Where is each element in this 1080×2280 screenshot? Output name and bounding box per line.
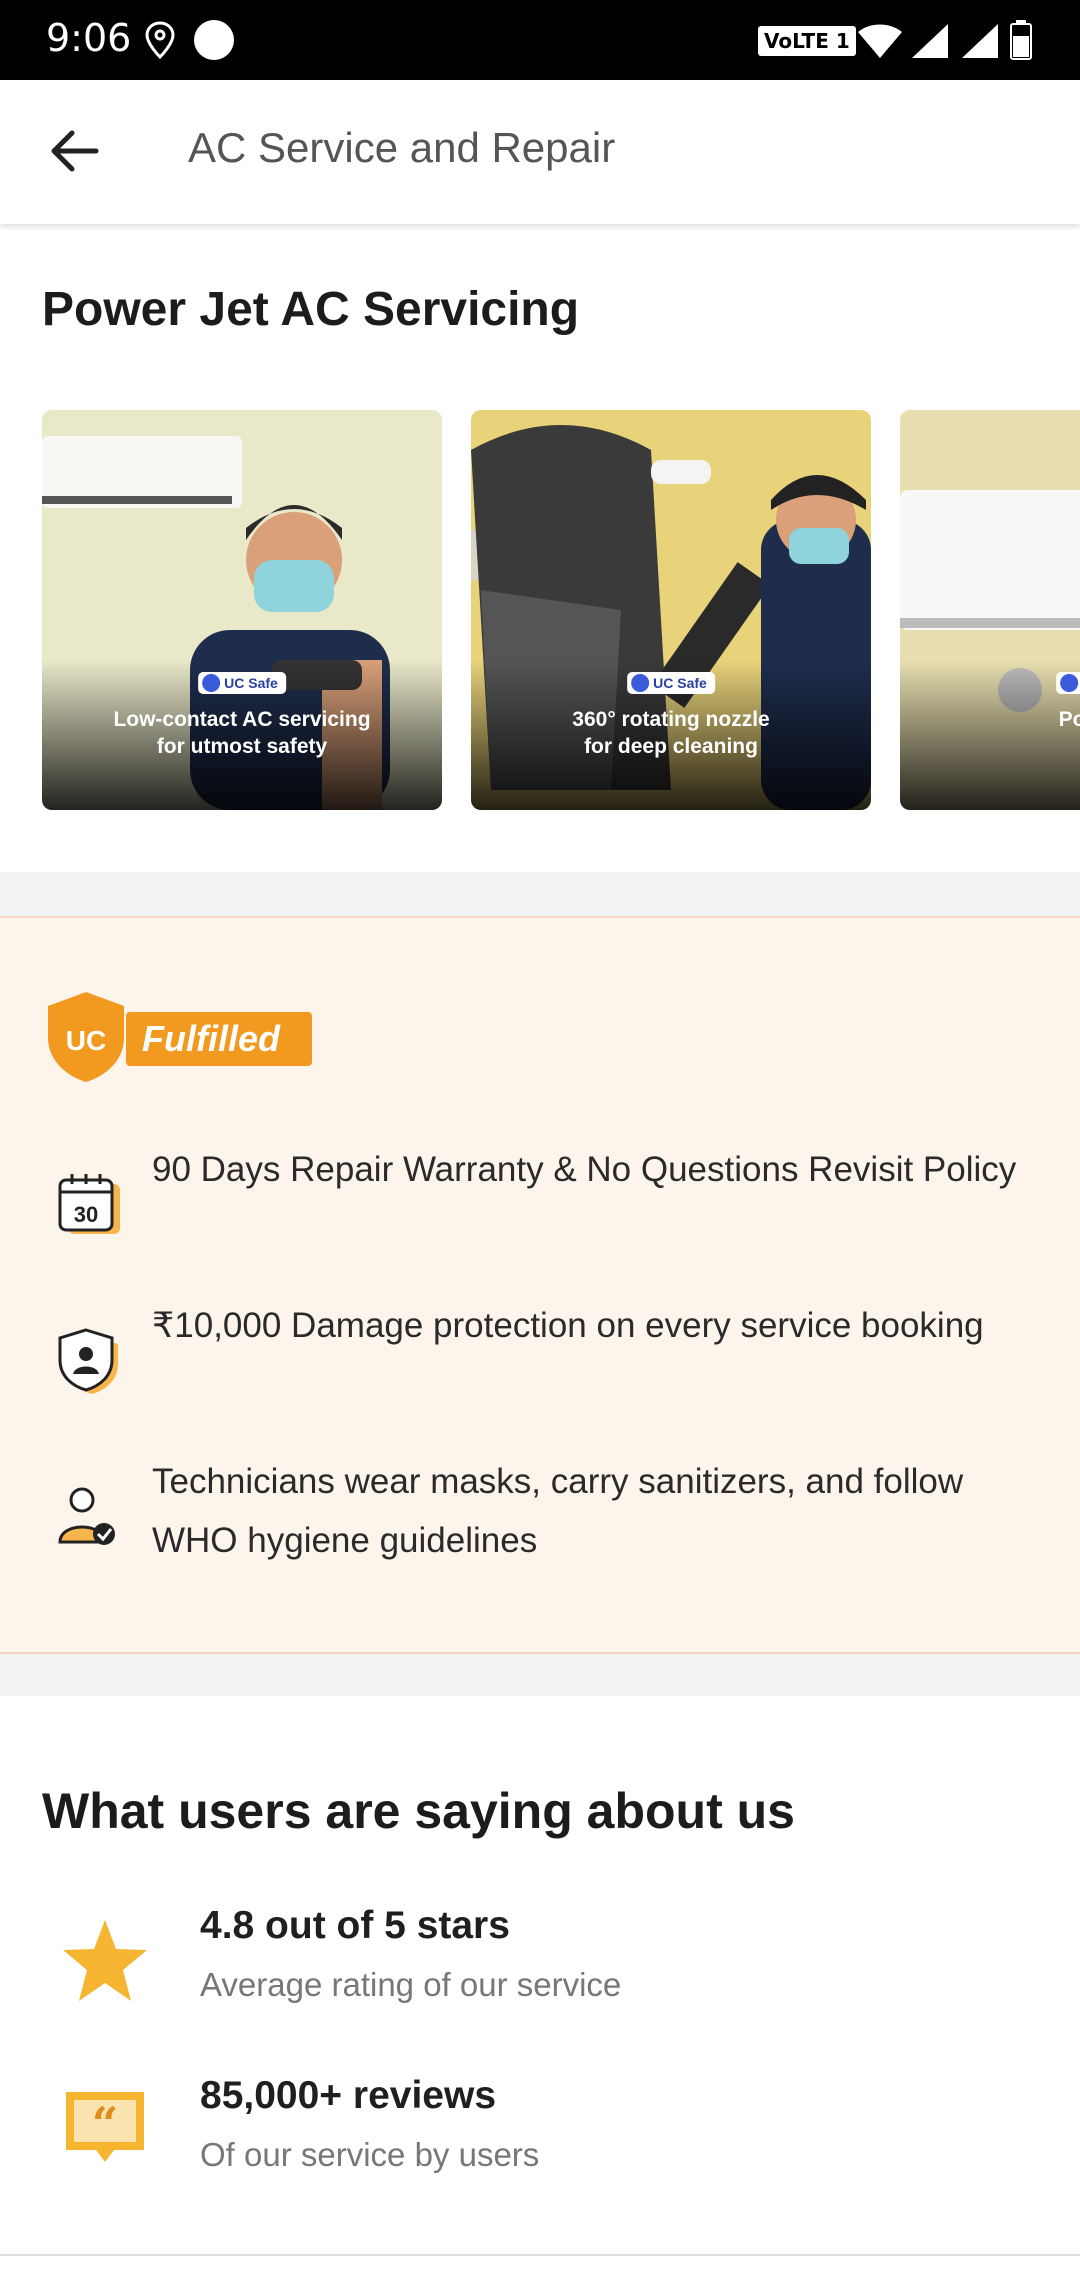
- page-title: AC Service and Repair: [188, 124, 616, 171]
- signal-icon: [962, 24, 998, 58]
- rating-subtext: Average rating of our service: [200, 1966, 622, 2003]
- reviews-heading: 85,000+ reviews: [200, 2074, 497, 2117]
- arrow-left-icon: [51, 130, 99, 172]
- status-time: 9:06: [46, 16, 132, 60]
- shield-person-icon: [58, 1328, 118, 1394]
- uc-logo-letters: UC: [66, 1025, 106, 1056]
- divider: [0, 1654, 1080, 1696]
- quote-bubble-icon: “: [66, 2092, 144, 2162]
- divider: [0, 2254, 1080, 2256]
- signal-icon: [912, 24, 948, 58]
- status-bar: 9:06 VoLTE 1: [0, 0, 1080, 80]
- uc-safe-check-icon: [631, 674, 650, 692]
- section-title-reviews: What users are saying about us: [42, 1783, 795, 1839]
- calendar-30-icon: 30: [58, 1174, 120, 1234]
- wifi-icon: [858, 24, 902, 58]
- uc-safe-check-icon: [202, 674, 221, 692]
- rating-heading: 4.8 out of 5 stars: [200, 1904, 510, 1947]
- reviews-subtext: Of our service by users: [200, 2136, 540, 2173]
- fulfilled-tag: Fulfilled: [126, 1012, 312, 1066]
- carousel-card[interactable]: UC Safe 360° rotating nozzle for deep cl…: [471, 410, 871, 810]
- battery-icon: [1010, 20, 1032, 60]
- card-caption: 360° rotating nozzle for deep cleaning: [572, 708, 770, 758]
- image-carousel[interactable]: UC Safe Low-contact AC servicing for utm…: [42, 410, 1080, 810]
- notification-dot-icon: [194, 20, 234, 60]
- location-icon: [145, 21, 175, 60]
- carousel-card[interactable]: UC Safe Post ser c: [900, 410, 1080, 810]
- section-title-power-jet: Power Jet AC Servicing: [42, 283, 580, 336]
- divider: [0, 872, 1080, 916]
- card-caption: Low-contact AC servicing for utmost safe…: [113, 708, 371, 758]
- star-icon: [63, 1920, 147, 2001]
- uc-shield-logo-icon: UC: [48, 992, 124, 1082]
- uc-safe-badge: UC Safe: [1056, 672, 1080, 694]
- uc-safe-badge: UC Safe: [627, 672, 715, 694]
- feature-text: ₹10,000 Damage protection on every servi…: [152, 1306, 984, 1345]
- volte-badge: VoLTE 1: [758, 26, 856, 56]
- carousel-card[interactable]: UC Safe Low-contact AC servicing for utm…: [42, 410, 442, 810]
- svg-text:“: “: [92, 2097, 118, 2151]
- card-caption: Post ser c: [1058, 708, 1080, 731]
- back-button[interactable]: [40, 116, 110, 186]
- app-bar: AC Service and Repair: [0, 80, 1080, 224]
- review-stat: “ 85,000+ reviews Of our service by user…: [0, 2074, 1080, 2204]
- uc-safe-check-icon: [1060, 674, 1079, 692]
- uc-safe-badge: UC Safe: [198, 672, 286, 694]
- uc-fulfilled-section: UC Fulfilled 30 90 Days Repair Warranty …: [0, 916, 1080, 1654]
- feature-text: Technicians wear masks, carry sanitizers…: [152, 1462, 964, 1560]
- feature-text: 90 Days Repair Warranty & No Questions R…: [152, 1150, 1017, 1189]
- verified-person-icon: [58, 1487, 115, 1545]
- review-stat: 4.8 out of 5 stars Average rating of our…: [0, 1904, 1080, 2034]
- svg-text:30: 30: [74, 1202, 98, 1227]
